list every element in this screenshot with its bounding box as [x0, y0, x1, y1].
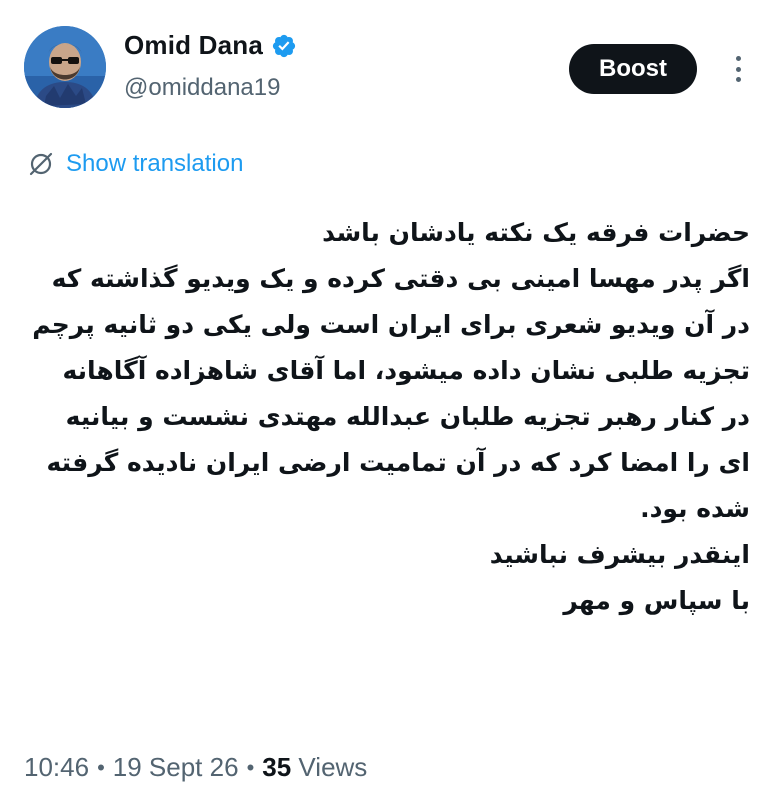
- author-display-name[interactable]: Omid Dana: [124, 30, 263, 61]
- tweet-line: اینقدر بیشرف نباشید: [489, 540, 750, 569]
- avatar-image: [24, 26, 106, 108]
- more-dot: [735, 77, 741, 82]
- author-handle[interactable]: @omiddana19: [124, 74, 280, 102]
- author-name-row[interactable]: Omid Dana: [124, 30, 297, 61]
- views-count: 35: [262, 752, 292, 782]
- tweet-card: Omid Dana @omiddana19 Boost Show transla…: [0, 0, 780, 800]
- tweet-date[interactable]: 19 Sept 26: [113, 752, 239, 783]
- tweet-line: اگر پدر مهسا امینی بی دقتی کرده و یک وید…: [32, 264, 750, 523]
- tweet-text: حضرات فرقه یک نکته یادشان باشد اگر پدر م…: [30, 210, 750, 624]
- tweet-line: با سپاس و مهر: [563, 586, 750, 615]
- more-dot: [735, 66, 741, 72]
- boost-button[interactable]: Boost: [569, 44, 697, 94]
- verified-badge-icon: [271, 33, 297, 59]
- meta-separator: •: [246, 754, 255, 780]
- tweet-meta: 10:46 • 19 Sept 26 • 35 Views: [24, 752, 367, 783]
- meta-separator: •: [97, 754, 105, 780]
- more-dot: [735, 56, 741, 61]
- more-options-icon[interactable]: [728, 54, 748, 84]
- views-label: Views: [298, 752, 368, 782]
- show-translation-link[interactable]: Show translation: [28, 150, 243, 178]
- tweet-time[interactable]: 10:46: [24, 752, 89, 783]
- avatar[interactable]: [24, 26, 106, 108]
- translate-icon: [28, 151, 54, 177]
- show-translation-label[interactable]: Show translation: [66, 150, 243, 178]
- tweet-line: حضرات فرقه یک نکته یادشان باشد: [322, 218, 750, 247]
- views-group[interactable]: 35 Views: [262, 752, 367, 783]
